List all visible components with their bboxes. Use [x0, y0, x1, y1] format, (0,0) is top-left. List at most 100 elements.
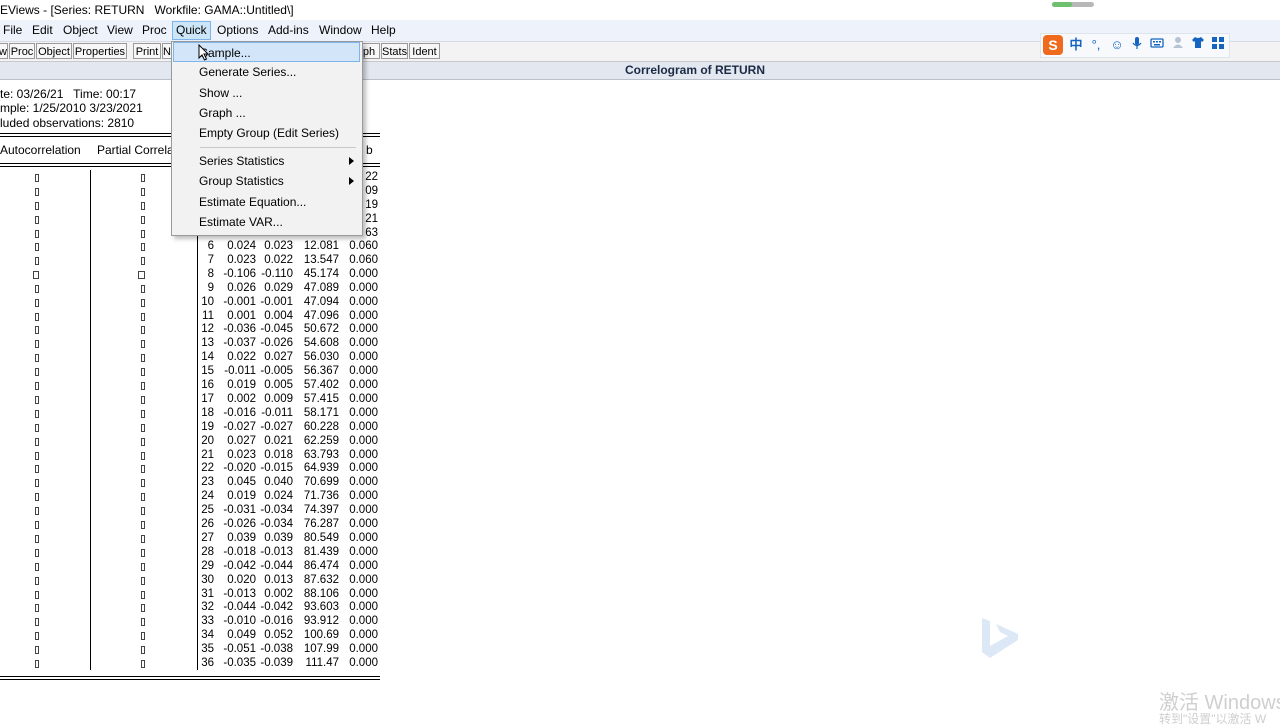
keyboard-icon[interactable] — [1149, 36, 1165, 54]
pac-cell: -0.044 — [260, 559, 293, 572]
menu-item-graph[interactable]: Graph ... — [173, 103, 360, 123]
qstat-cell: 107.99 — [303, 643, 339, 656]
window-grip[interactable] — [1052, 2, 1094, 7]
partial-correlation-bar — [141, 284, 145, 293]
table-row: 11 0.001 0.004 47.096 0.000 — [0, 310, 380, 324]
prob-cell: 0.000 — [349, 379, 378, 391]
partial-correlation-bar — [141, 187, 145, 196]
view-button[interactable]: w — [0, 43, 8, 59]
pac-cell: -0.110 — [261, 267, 293, 280]
qstat-cell: 76.287 — [303, 518, 339, 530]
partial-correlation-bar — [141, 340, 145, 349]
ac-cell: 0.002 — [227, 392, 256, 405]
pac-cell: 0.027 — [264, 351, 293, 364]
pac-cell: 0.004 — [264, 309, 293, 322]
autocorrelation-bar — [35, 201, 39, 210]
menu-object[interactable]: Object — [60, 22, 101, 39]
autocorrelation-bar — [35, 395, 39, 404]
table-row: 8 -0.106 -0.110 45.174 0.000 — [0, 268, 380, 282]
prob-cell: 0.000 — [349, 406, 378, 419]
menu-item-series-statistics[interactable]: Series Statistics — [173, 151, 360, 171]
menu-addins[interactable]: Add-ins — [265, 22, 312, 39]
menu-quick[interactable]: Quick — [172, 21, 211, 40]
autocorrelation-bar — [35, 618, 39, 627]
date-line: te: 03/26/21 Time: 00:17 — [0, 87, 137, 101]
punctuation-icon[interactable]: °, — [1088, 36, 1104, 54]
grid-icon[interactable] — [1210, 36, 1226, 54]
qstat-cell: 45.174 — [303, 267, 339, 280]
qstat-cell: 111.47 — [305, 657, 339, 669]
menu-item-empty-group[interactable]: Empty Group (Edit Series) — [173, 123, 360, 143]
lag-cell: 27 — [201, 531, 214, 544]
table-row: 15 -0.011 -0.005 56.367 0.000 — [0, 365, 380, 379]
menu-item-estimate-equation[interactable]: Estimate Equation... — [173, 192, 360, 212]
table-row: 17 0.002 0.009 57.415 0.000 — [0, 393, 380, 407]
prob-cell: 0.000 — [349, 434, 378, 447]
prob-cell: 0.060 — [349, 240, 378, 252]
qstat-cell: 60.228 — [303, 420, 339, 433]
properties-button[interactable]: Properties — [73, 43, 127, 59]
stats-button[interactable]: Stats — [381, 43, 408, 59]
table-row: 12 -0.036 -0.045 50.672 0.000 — [0, 323, 380, 337]
autocorrelation-bar — [35, 340, 39, 349]
pac-cell: -0.042 — [260, 601, 293, 614]
qstat-cell: 70.699 — [303, 476, 339, 489]
menu-file[interactable]: File — [0, 22, 25, 39]
menu-item-generate-series[interactable]: Generate Series... — [173, 62, 360, 82]
lag-cell: 31 — [201, 587, 214, 600]
lag-cell: 6 — [207, 240, 214, 252]
autocorrelation-bar — [35, 534, 39, 543]
pac-cell: 0.013 — [264, 573, 293, 586]
ac-cell: -0.011 — [224, 365, 256, 378]
menu-item-group-statistics[interactable]: Group Statistics — [173, 171, 360, 191]
menu-edit[interactable]: Edit — [29, 22, 56, 39]
menu-proc[interactable]: Proc — [139, 22, 170, 39]
prob-fragment: 19 — [365, 199, 378, 211]
autocorrelation-bar — [35, 284, 39, 293]
pac-cell: -0.045 — [260, 323, 293, 336]
emoji-icon[interactable]: ☺ — [1109, 36, 1125, 54]
ident-button[interactable]: Ident — [409, 43, 440, 59]
user-icon[interactable] — [1170, 36, 1186, 54]
prob-cell: 0.000 — [349, 615, 378, 628]
menu-options[interactable]: Options — [214, 22, 261, 39]
microphone-icon[interactable] — [1129, 36, 1145, 54]
table-row: 21 0.023 0.018 63.793 0.000 — [0, 449, 380, 463]
autocorrelation-bar — [35, 632, 39, 641]
qstat-cell: 87.632 — [303, 573, 339, 586]
menu-item-show[interactable]: Show ... — [173, 83, 360, 103]
menu-view[interactable]: View — [104, 22, 136, 39]
skin-icon[interactable] — [1190, 36, 1206, 54]
object-button[interactable]: Object — [36, 43, 72, 59]
lag-cell: 8 — [207, 267, 214, 280]
pac-cell: -0.011 — [261, 406, 293, 419]
lag-cell: 17 — [201, 392, 214, 405]
ac-cell: -0.018 — [223, 545, 256, 558]
ac-cell: -0.051 — [223, 643, 256, 656]
prob-cell: 0.000 — [349, 281, 378, 294]
language-toggle[interactable]: 中 — [1068, 36, 1084, 54]
menu-help[interactable]: Help — [368, 22, 399, 39]
table-row: 35 -0.051 -0.038 107.99 0.000 — [0, 643, 380, 657]
print-button[interactable]: Print — [133, 43, 161, 59]
menu-window[interactable]: Window — [316, 22, 365, 39]
table-row: 32 -0.044 -0.042 93.603 0.000 — [0, 601, 380, 615]
qstat-cell: 56.030 — [303, 351, 339, 364]
partial-correlation-bar — [141, 201, 145, 210]
autocorrelation-bar — [35, 174, 39, 182]
partial-correlation-bar — [141, 646, 145, 655]
menu-item-estimate-var[interactable]: Estimate VAR... — [173, 212, 360, 232]
ac-cell: -0.013 — [223, 587, 256, 600]
proc-button[interactable]: Proc — [9, 43, 35, 59]
autocorrelation-bar — [35, 382, 39, 390]
ac-cell: 0.023 — [227, 448, 256, 461]
qstat-cell: 56.367 — [303, 365, 339, 378]
sogou-logo-icon[interactable]: S — [1043, 35, 1063, 55]
lag-cell: 33 — [201, 615, 214, 628]
quick-menu: Sample... Generate Series... Show ... Gr… — [171, 41, 363, 236]
autocorrelation-bar — [35, 312, 39, 321]
prob-cell: 0.000 — [349, 448, 378, 461]
pac-cell: 0.009 — [264, 392, 293, 405]
autocorrelation-bar — [35, 590, 39, 599]
autocorrelation-bar — [35, 562, 39, 571]
